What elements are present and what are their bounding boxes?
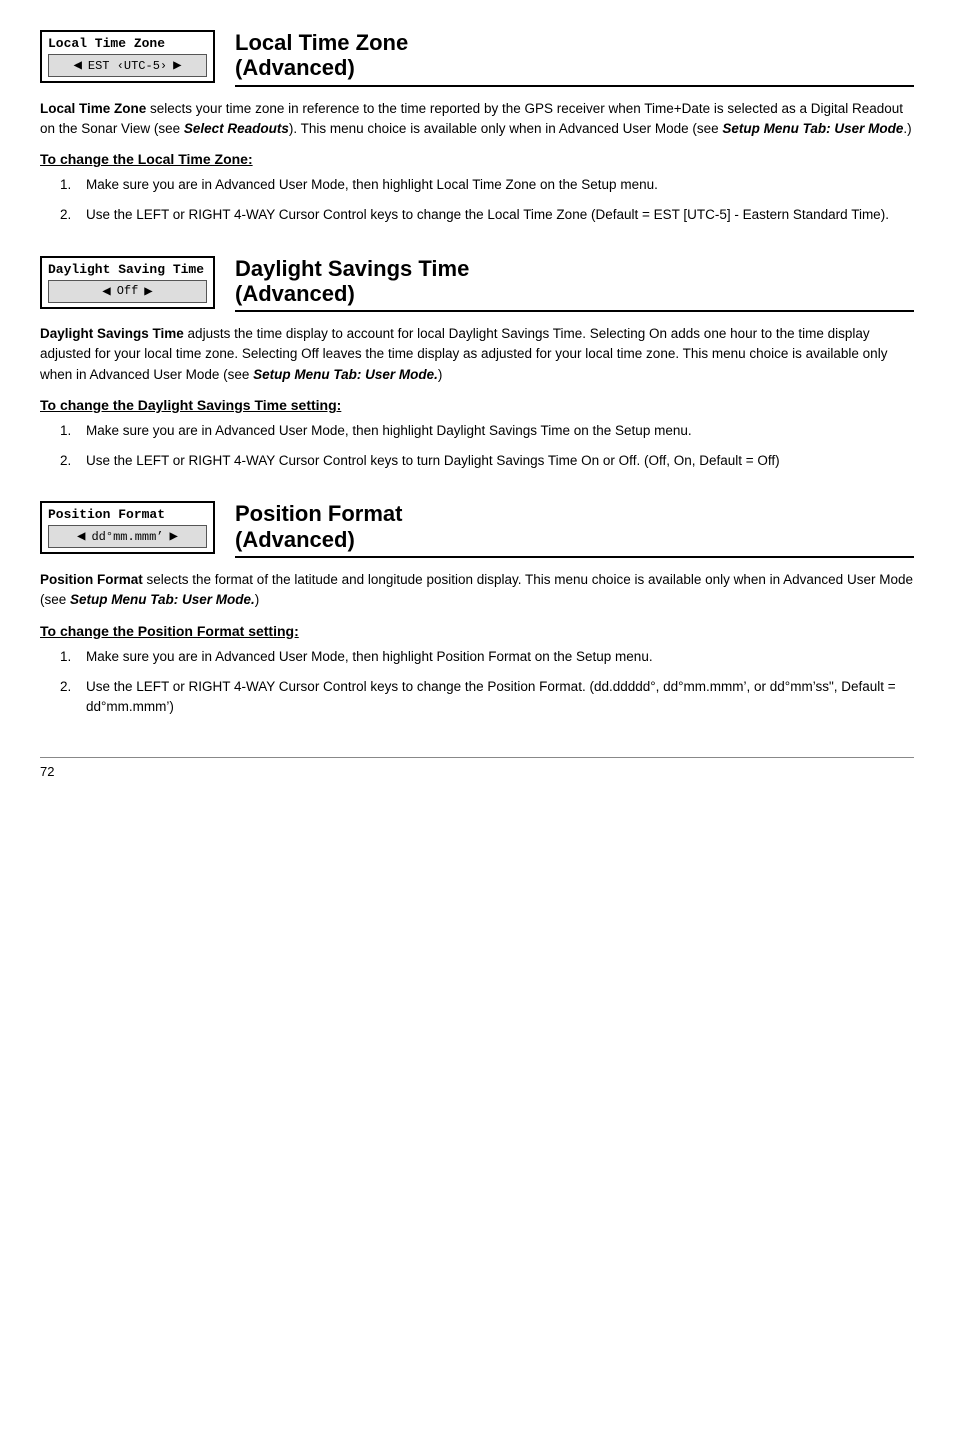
daylight-savings-time-right-arrow[interactable]: ▶: [144, 283, 152, 300]
list-item: 2. Use the LEFT or RIGHT 4-WAY Cursor Co…: [60, 677, 914, 718]
list-item: 1. Make sure you are in Advanced User Mo…: [60, 647, 914, 667]
position-format-subheading: To change the Position Format setting:: [40, 623, 914, 639]
local-time-zone-instructions: 1. Make sure you are in Advanced User Mo…: [60, 175, 914, 226]
local-time-zone-section: Local Time Zone ◀ EST ‹UTC-5› ▶ Local Ti…: [40, 30, 914, 226]
local-time-zone-widget: Local Time Zone ◀ EST ‹UTC-5› ▶: [40, 30, 215, 83]
position-format-title-block: Position Format (Advanced): [235, 501, 914, 558]
local-time-zone-title: Local Time Zone (Advanced): [235, 30, 914, 81]
position-format-value: dd°mm.mmm’: [91, 530, 163, 544]
position-format-title: Position Format (Advanced): [235, 501, 914, 552]
position-format-body: Position Format selects the format of th…: [40, 570, 914, 611]
local-time-zone-subheading: To change the Local Time Zone:: [40, 151, 914, 167]
daylight-savings-time-header: Daylight Saving Time ◀ Off ▶ Daylight Sa…: [40, 256, 914, 313]
local-time-zone-widget-label: Local Time Zone: [48, 36, 207, 51]
daylight-savings-time-section: Daylight Saving Time ◀ Off ▶ Daylight Sa…: [40, 256, 914, 472]
local-time-zone-widget-control[interactable]: ◀ EST ‹UTC-5› ▶: [48, 54, 207, 77]
daylight-savings-time-subheading: To change the Daylight Savings Time sett…: [40, 397, 914, 413]
daylight-savings-time-left-arrow[interactable]: ◀: [102, 283, 110, 300]
page-footer: 72: [40, 757, 914, 779]
page-number: 72: [40, 764, 54, 779]
local-time-zone-value: EST ‹UTC-5›: [88, 59, 167, 73]
daylight-savings-time-instructions: 1. Make sure you are in Advanced User Mo…: [60, 421, 914, 472]
list-item: 2. Use the LEFT or RIGHT 4-WAY Cursor Co…: [60, 205, 914, 225]
daylight-savings-time-title-block: Daylight Savings Time (Advanced): [235, 256, 914, 313]
local-time-zone-right-arrow[interactable]: ▶: [173, 57, 181, 74]
position-format-right-arrow[interactable]: ▶: [170, 528, 178, 545]
position-format-header: Position Format ◀ dd°mm.mmm’ ▶ Position …: [40, 501, 914, 558]
local-time-zone-header: Local Time Zone ◀ EST ‹UTC-5› ▶ Local Ti…: [40, 30, 914, 87]
list-item: 2. Use the LEFT or RIGHT 4-WAY Cursor Co…: [60, 451, 914, 471]
position-format-widget-control[interactable]: ◀ dd°mm.mmm’ ▶: [48, 525, 207, 548]
position-format-widget-label: Position Format: [48, 507, 207, 522]
daylight-savings-time-value: Off: [117, 284, 139, 298]
daylight-savings-time-widget: Daylight Saving Time ◀ Off ▶: [40, 256, 215, 309]
list-item: 1. Make sure you are in Advanced User Mo…: [60, 175, 914, 195]
local-time-zone-left-arrow[interactable]: ◀: [73, 57, 81, 74]
local-time-zone-title-block: Local Time Zone (Advanced): [235, 30, 914, 87]
page-container: Local Time Zone ◀ EST ‹UTC-5› ▶ Local Ti…: [40, 30, 914, 779]
local-time-zone-body: Local Time Zone selects your time zone i…: [40, 99, 914, 140]
position-format-widget: Position Format ◀ dd°mm.mmm’ ▶: [40, 501, 215, 554]
daylight-savings-time-widget-control[interactable]: ◀ Off ▶: [48, 280, 207, 303]
daylight-savings-time-widget-label: Daylight Saving Time: [48, 262, 207, 277]
position-format-section: Position Format ◀ dd°mm.mmm’ ▶ Position …: [40, 501, 914, 717]
position-format-left-arrow[interactable]: ◀: [77, 528, 85, 545]
daylight-savings-time-body: Daylight Savings Time adjusts the time d…: [40, 324, 914, 385]
list-item: 1. Make sure you are in Advanced User Mo…: [60, 421, 914, 441]
daylight-savings-time-title: Daylight Savings Time (Advanced): [235, 256, 914, 307]
position-format-instructions: 1. Make sure you are in Advanced User Mo…: [60, 647, 914, 718]
